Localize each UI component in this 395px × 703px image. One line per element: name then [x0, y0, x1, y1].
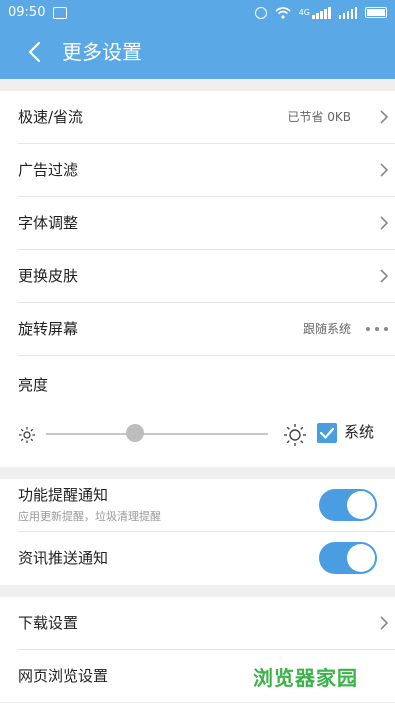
sun-dim-icon — [19, 427, 35, 443]
setting-label: 功能提醒通知 — [18, 486, 109, 504]
feature-reminder-toggle[interactable] — [319, 489, 377, 521]
alarm-icon — [254, 6, 267, 19]
watermark-logo: 浏览器家园 — [245, 660, 395, 702]
app-bar: 更多设置 — [0, 25, 395, 79]
watermark-text: 浏览器家园 — [253, 666, 358, 690]
brightness-slider-thumb[interactable] — [125, 424, 144, 442]
setting-label: 下载设置 — [18, 614, 79, 632]
more-dots-icon — [366, 327, 388, 331]
setting-rotate-screen[interactable]: 旋转屏幕 跟随系统 — [18, 303, 395, 356]
battery-icon — [365, 7, 387, 18]
setting-value: 已节省 0KB — [287, 110, 351, 124]
network-type: 4G — [298, 8, 310, 17]
setting-feature-reminder: 功能提醒通知 应用更新提醒，垃圾清理提醒 — [18, 479, 395, 532]
chevron-right-icon — [380, 269, 389, 283]
notification-icon — [53, 6, 68, 19]
chevron-left-icon — [28, 41, 41, 63]
setting-sublabel: 应用更新提醒，垃圾清理提醒 — [18, 510, 161, 523]
chevron-right-icon — [380, 616, 389, 630]
checkmark-icon — [319, 427, 335, 439]
setting-speed-save[interactable]: 极速/省流 已节省 0KB — [18, 91, 395, 144]
settings-group-general: 极速/省流 已节省 0KB 广告过滤 字体调整 更换皮肤 旋转屏幕 跟随系统 亮… — [0, 91, 395, 467]
signal-icon-2 — [338, 6, 357, 19]
wifi-icon — [275, 6, 291, 19]
chevron-right-icon — [380, 110, 389, 124]
sun-bright-icon — [284, 424, 306, 446]
settings-group-notifications: 功能提醒通知 应用更新提醒，垃圾清理提醒 资讯推送通知 — [0, 479, 395, 585]
setting-label: 广告过滤 — [18, 161, 79, 179]
setting-label: 更换皮肤 — [18, 267, 79, 285]
setting-skin[interactable]: 更换皮肤 — [18, 250, 395, 303]
back-button[interactable] — [20, 38, 48, 66]
status-bar: 09:50 4G — [0, 0, 395, 25]
system-brightness-checkbox[interactable] — [317, 423, 337, 443]
setting-download[interactable]: 下载设置 — [18, 597, 395, 650]
setting-value: 跟随系统 — [302, 322, 351, 336]
setting-ad-filter[interactable]: 广告过滤 — [18, 144, 395, 197]
setting-label: 网页浏览设置 — [18, 667, 109, 685]
status-time: 09:50 — [8, 5, 46, 20]
brightness-setting: 亮度 系统 — [18, 356, 395, 466]
toggle-knob — [347, 491, 375, 519]
setting-label: 旋转屏幕 — [18, 320, 79, 338]
toggle-knob — [347, 544, 375, 572]
chevron-right-icon — [380, 163, 389, 177]
status-icons: 4G — [254, 0, 387, 25]
setting-label: 资讯推送通知 — [18, 549, 109, 567]
page-title: 更多设置 — [62, 40, 142, 64]
brightness-label: 亮度 — [18, 376, 49, 394]
setting-news-push: 资讯推送通知 — [18, 532, 395, 585]
news-push-toggle[interactable] — [319, 542, 377, 574]
setting-font-size[interactable]: 字体调整 — [18, 197, 395, 250]
setting-label: 字体调整 — [18, 214, 79, 232]
setting-label: 极速/省流 — [18, 108, 84, 126]
chevron-right-icon — [380, 216, 389, 230]
system-brightness-label: 系统 — [344, 423, 375, 441]
brightness-slider-track[interactable] — [46, 433, 268, 435]
signal-icon — [312, 6, 331, 19]
